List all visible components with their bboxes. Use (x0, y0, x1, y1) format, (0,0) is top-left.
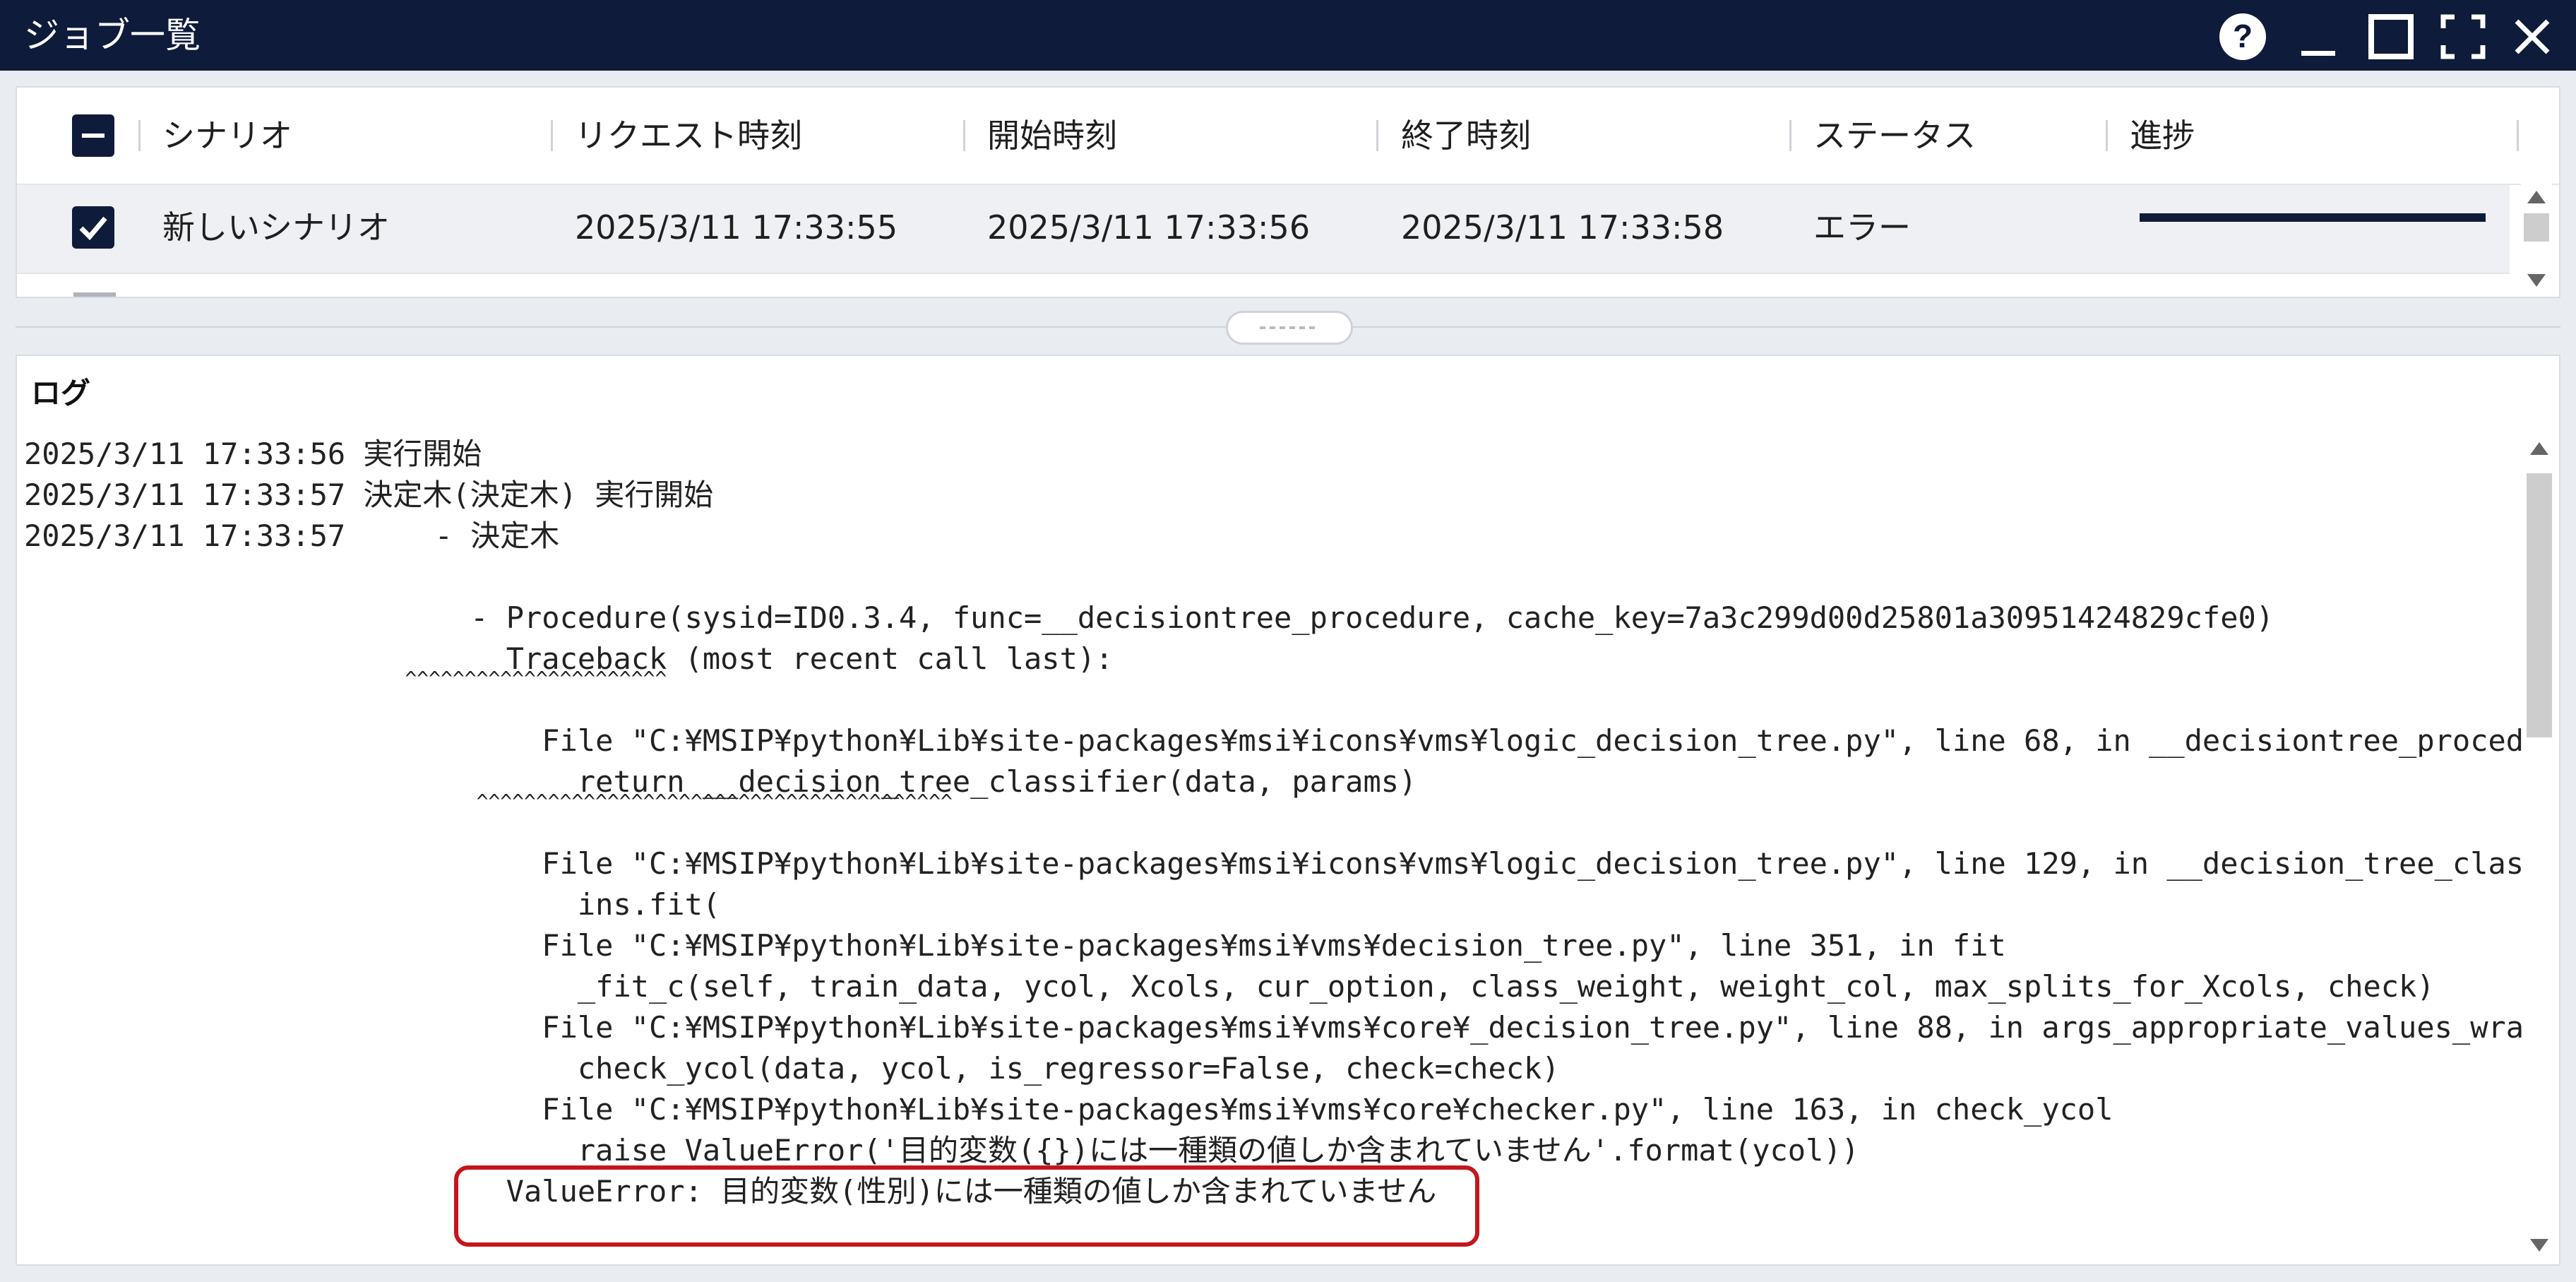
column-separator (2517, 120, 2519, 151)
partial-row (73, 292, 116, 297)
log-title: ログ (31, 376, 91, 410)
log-line: ^^^^^^^^^^^^^^^^^^^^^^ (24, 667, 667, 690)
column-separator (1789, 120, 1791, 151)
log-line: 2025/3/11 17:33:57 決定木(決定木) 実行開始 (24, 477, 714, 512)
table-header: シナリオ リクエスト時刻 開始時刻 終了時刻 ステータス 進捗 (17, 88, 2559, 185)
log-line: File "C:¥MSIP¥python¥Lib¥site-packages¥m… (24, 846, 2524, 881)
column-header-status[interactable]: ステータス (1813, 116, 1976, 155)
table-row[interactable]: 新しいシナリオ 2025/3/11 17:33:55 2025/3/11 17:… (17, 185, 2510, 273)
column-separator (1376, 120, 1378, 151)
fullscreen-icon[interactable] (2438, 11, 2488, 62)
column-separator (2106, 120, 2108, 151)
log-scroll-thumb[interactable] (2527, 473, 2552, 737)
log-line: File "C:¥MSIP¥python¥Lib¥site-packages¥m… (24, 723, 2524, 758)
column-header-request-time[interactable]: リクエスト時刻 (575, 116, 802, 155)
column-header-end-time[interactable]: 終了時刻 (1401, 116, 1531, 155)
window-titlebar: ジョブ一覧 ? (0, 0, 2576, 71)
log-line: ^^^^^^^^^^^^^^^^^^^^^^^^^^^^^^^^^^^^^^^^ (24, 790, 953, 813)
scroll-down-arrow-icon[interactable] (2527, 274, 2546, 287)
minimize-icon[interactable] (2293, 11, 2344, 62)
log-line: check_ycol(data, ycol, is_regressor=Fals… (24, 1051, 1560, 1086)
scroll-down-arrow-icon[interactable] (2530, 1239, 2548, 1252)
close-icon[interactable] (2507, 11, 2558, 62)
error-highlight-box (454, 1165, 1479, 1247)
column-header-start-time[interactable]: 開始時刻 (987, 116, 1117, 155)
row-checkbox[interactable] (72, 206, 114, 249)
log-panel: ログ 2025/3/11 17:33:56 実行開始 2025/3/11 17:… (16, 355, 2560, 1266)
cell-start-time: 2025/3/11 17:33:56 (987, 208, 1311, 247)
scroll-up-arrow-icon[interactable] (2530, 442, 2548, 455)
log-line: ins.fit( (24, 887, 721, 922)
help-icon[interactable]: ? (2217, 11, 2268, 62)
log-line: - Procedure(sysid=ID0.3.4, func=__decisi… (24, 600, 2274, 635)
column-separator (138, 120, 141, 151)
maximize-icon[interactable] (2366, 11, 2416, 62)
log-line: _fit_c(self, train_data, ycol, Xcols, cu… (24, 969, 2435, 1004)
log-line: File "C:¥MSIP¥python¥Lib¥site-packages¥m… (24, 1010, 2524, 1045)
row-divider (17, 273, 2510, 274)
log-output: 2025/3/11 17:33:56 実行開始 2025/3/11 17:33:… (24, 434, 2524, 1260)
progress-bar (2140, 213, 2486, 222)
column-header-progress[interactable]: 進捗 (2130, 116, 2195, 155)
log-line: 2025/3/11 17:33:56 実行開始 (24, 437, 482, 471)
resize-handle[interactable] (1226, 311, 1353, 345)
log-line: File "C:¥MSIP¥python¥Lib¥site-packages¥m… (24, 1092, 2113, 1127)
cell-scenario: 新しいシナリオ (162, 208, 390, 247)
divider-line (1353, 326, 2560, 328)
jobs-table: シナリオ リクエスト時刻 開始時刻 終了時刻 ステータス 進捗 新しいシナリオ … (16, 86, 2560, 298)
column-separator (963, 120, 965, 151)
cell-request-time: 2025/3/11 17:33:55 (575, 208, 898, 247)
column-header-scenario[interactable]: シナリオ (162, 116, 292, 155)
window-title: ジョブ一覧 (24, 15, 201, 56)
cell-status: エラー (1813, 208, 1911, 247)
svg-text:?: ? (2233, 18, 2253, 54)
cell-end-time: 2025/3/11 17:33:58 (1401, 208, 1724, 247)
scroll-up-arrow-icon[interactable] (2527, 191, 2546, 203)
jobs-scrollbar[interactable] (2521, 184, 2552, 297)
column-separator (551, 120, 553, 151)
select-all-checkbox[interactable] (72, 114, 114, 157)
jobs-scroll-thumb[interactable] (2524, 213, 2549, 242)
log-line: File "C:¥MSIP¥python¥Lib¥site-packages¥m… (24, 928, 2006, 963)
divider-line (16, 326, 1226, 328)
log-scrollbar[interactable] (2524, 434, 2555, 1260)
log-line: 2025/3/11 17:33:57 - 決定木 (24, 518, 560, 553)
